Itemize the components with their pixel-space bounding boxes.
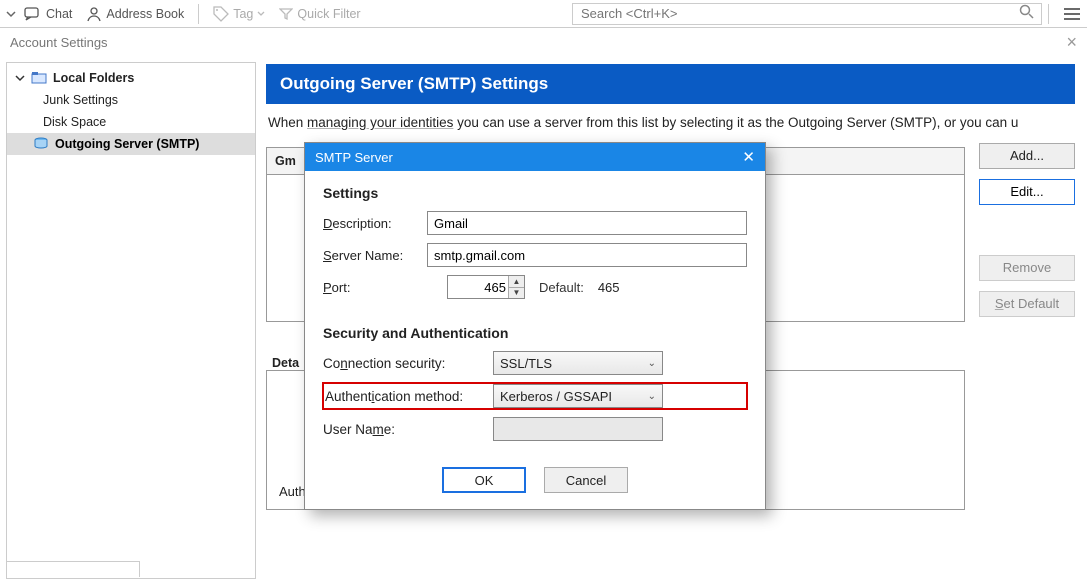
chat-icon	[24, 7, 42, 21]
chevron-down-icon: ⌄	[648, 391, 656, 402]
settings-section-label: Settings	[323, 185, 747, 201]
connection-security-label: Connection security:	[323, 356, 493, 371]
account-settings-title: Account Settings	[10, 35, 108, 50]
add-button[interactable]: Add...	[979, 143, 1075, 169]
spin-down-icon[interactable]: ▼	[508, 288, 524, 299]
quickfilter-label: Quick Filter	[297, 7, 360, 21]
account-settings-bar: Account Settings ×	[0, 28, 1087, 56]
setdefault-button[interactable]: Set Default	[979, 291, 1075, 317]
hamburger-icon[interactable]	[1063, 7, 1081, 21]
twisty-open-icon[interactable]	[15, 73, 25, 83]
username-input	[493, 417, 663, 441]
addressbook-button[interactable]: Address Book	[80, 4, 190, 24]
search-input-wrapper	[572, 3, 1042, 25]
dialog-title: SMTP Server	[315, 150, 393, 165]
security-section-label: Security and Authentication	[323, 325, 747, 341]
page-description: When managing your identities you can us…	[268, 114, 1073, 133]
server-icon	[33, 137, 49, 151]
tree-item-label: Disk Space	[43, 115, 106, 129]
auth-method-select[interactable]: Kerberos / GSSAPI ⌄	[493, 384, 663, 408]
chevron-down-icon[interactable]	[6, 9, 16, 19]
close-icon[interactable]: ×	[1066, 32, 1077, 53]
tree-root-label: Local Folders	[53, 71, 134, 85]
port-default-value: 465	[598, 280, 620, 295]
tree-root-local-folders[interactable]: Local Folders	[7, 67, 255, 89]
filter-icon	[279, 7, 293, 21]
description-input[interactable]	[427, 211, 747, 235]
cancel-button[interactable]: Cancel	[544, 467, 628, 493]
username-label: User Name:	[323, 422, 493, 437]
chat-label: Chat	[46, 7, 72, 21]
tree-item-label: Outgoing Server (SMTP)	[55, 137, 199, 151]
chevron-down-icon: ⌄	[648, 358, 656, 369]
search-input[interactable]	[579, 5, 1019, 22]
remove-button[interactable]: Remove	[979, 255, 1075, 281]
auth-method-label: Authentication method:	[323, 389, 493, 404]
edit-button[interactable]: Edit...	[979, 179, 1075, 205]
addressbook-label: Address Book	[106, 7, 184, 21]
page-title: Outgoing Server (SMTP) Settings	[266, 64, 1075, 104]
folder-icon	[31, 72, 47, 84]
main-toolbar: Chat Address Book Tag Quick Filter	[0, 0, 1087, 28]
chat-button[interactable]: Chat	[18, 5, 78, 23]
tag-label: Tag	[233, 7, 253, 21]
smtp-server-dialog: SMTP Server ✕ Settings Description: Serv…	[304, 142, 766, 510]
search-icon[interactable]	[1019, 4, 1035, 23]
ok-button[interactable]: OK	[442, 467, 526, 493]
quickfilter-button[interactable]: Quick Filter	[273, 5, 366, 23]
tree-item-diskspace[interactable]: Disk Space	[7, 111, 255, 133]
tag-icon	[213, 6, 229, 22]
spin-up-icon[interactable]: ▲	[508, 276, 524, 288]
connection-security-select[interactable]: SSL/TLS ⌄	[493, 351, 663, 375]
tree-item-label: Junk Settings	[43, 93, 118, 107]
tree-item-junk[interactable]: Junk Settings	[7, 89, 255, 111]
toolbar-separator	[198, 4, 199, 24]
details-auth-label: Auth	[279, 484, 306, 499]
tag-button[interactable]: Tag	[207, 4, 271, 24]
dialog-titlebar[interactable]: SMTP Server ✕	[305, 143, 765, 171]
port-default-label: Default:	[539, 280, 584, 295]
bottom-tab-stub[interactable]	[6, 561, 140, 577]
addressbook-icon	[86, 6, 102, 22]
servername-label: Server Name:	[323, 248, 427, 263]
chevron-down-icon	[257, 10, 265, 18]
toolbar-separator-2	[1048, 4, 1049, 24]
close-icon[interactable]: ✕	[742, 148, 755, 166]
servername-input[interactable]	[427, 243, 747, 267]
tree-item-smtp[interactable]: Outgoing Server (SMTP)	[7, 133, 255, 155]
port-label: Port:	[323, 280, 427, 295]
account-tree: Local Folders Junk Settings Disk Space O…	[6, 62, 256, 579]
description-label: Description:	[323, 216, 427, 231]
